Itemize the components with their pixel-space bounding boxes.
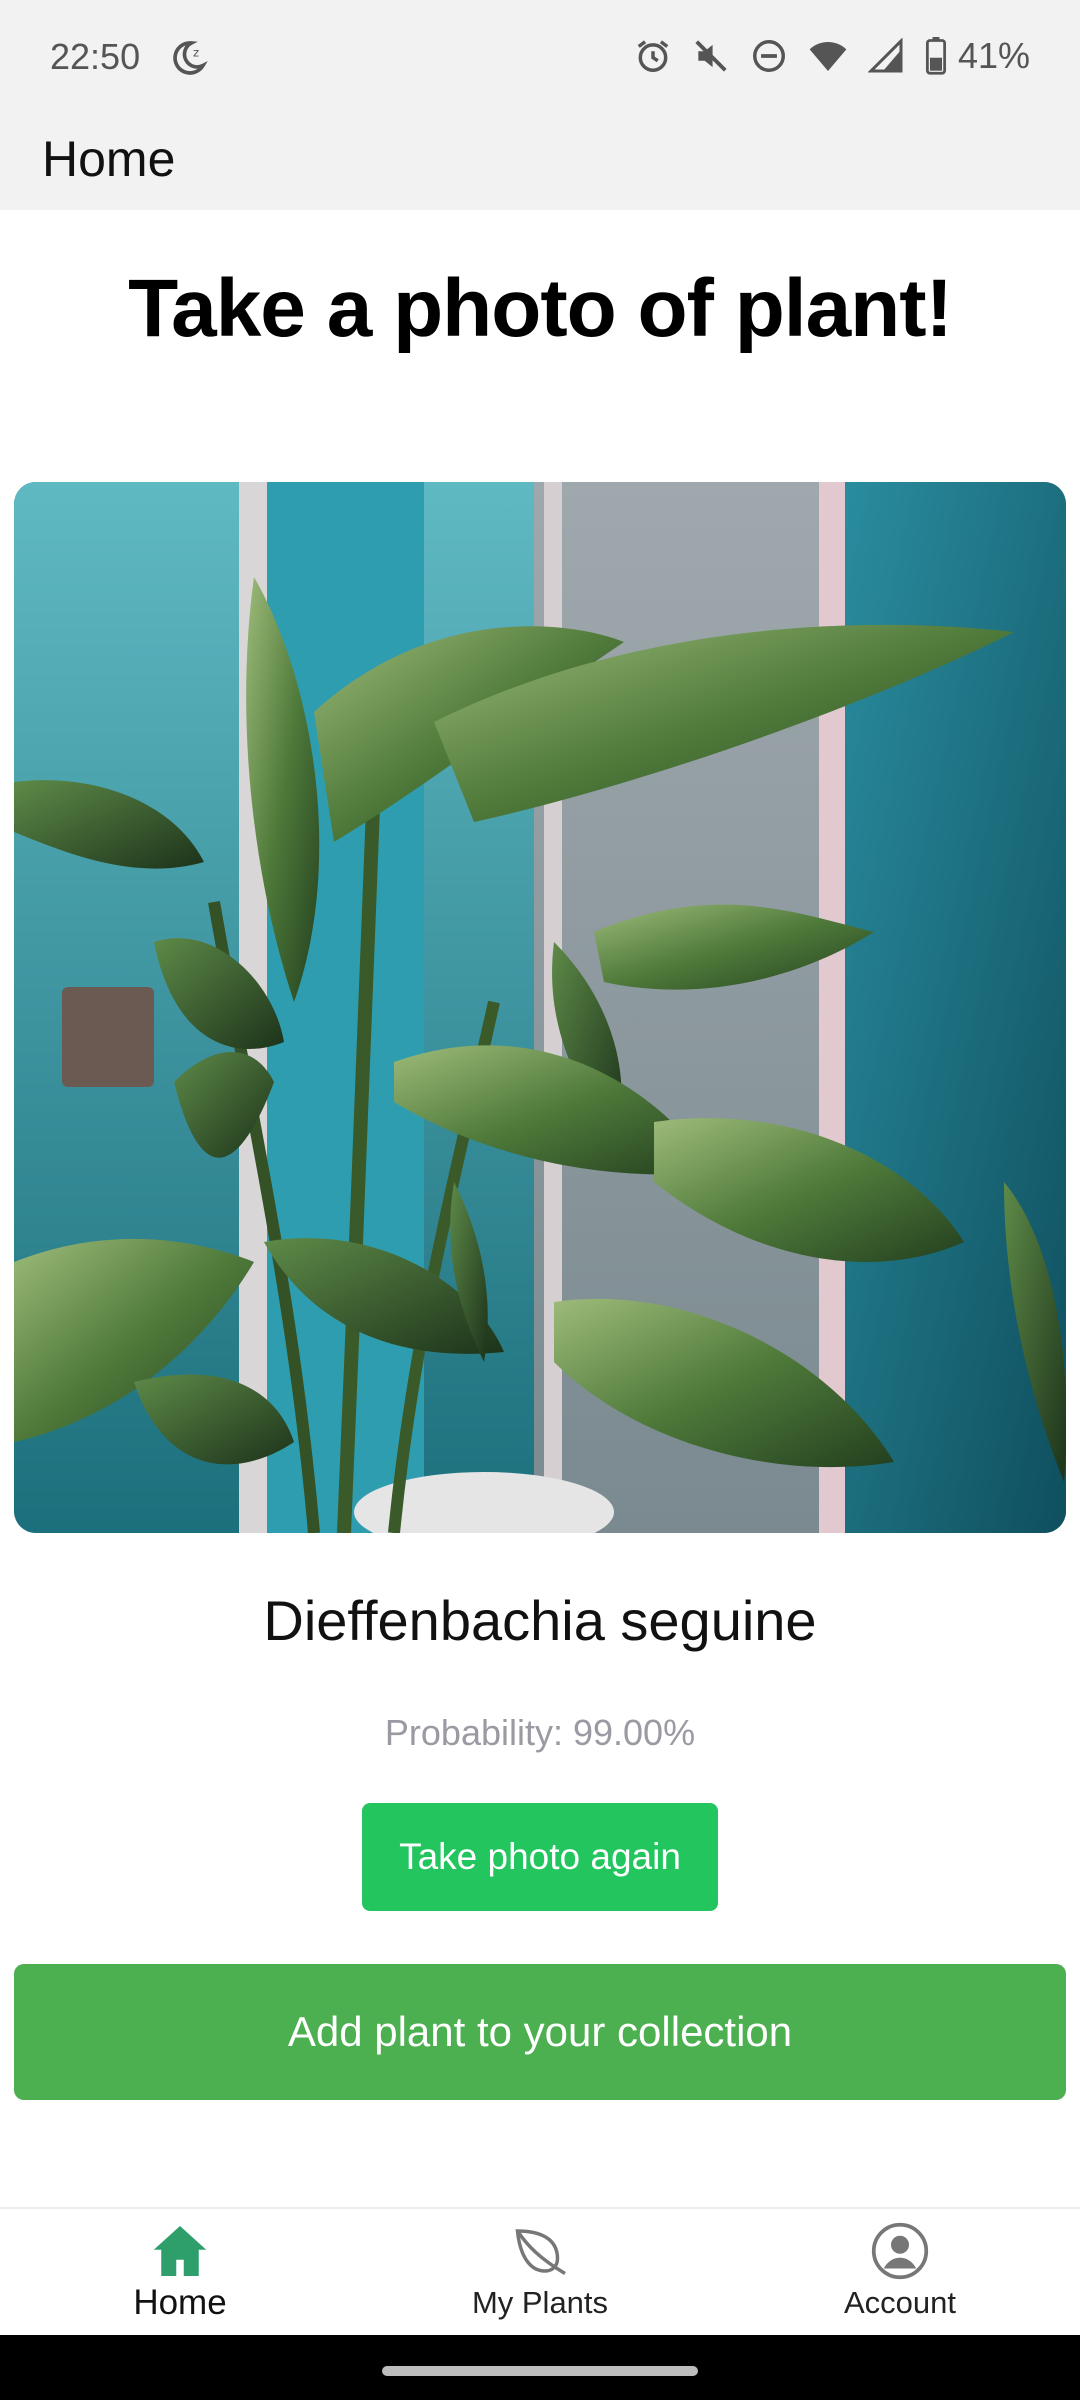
plant-photo [14,482,1066,1533]
probability-text: Probability: 99.00% [384,1712,696,1753]
mute-icon [695,40,727,72]
nav-item-account[interactable]: Account [720,2209,1080,2337]
nav-label-account: Account [843,2285,956,2320]
add-to-collection-button[interactable]: Add plant to your collection [14,1964,1066,2100]
take-photo-again-button[interactable]: Take photo again [362,1803,718,1911]
bottom-nav: Home My Plants Account [0,2207,1080,2335]
dnd-icon [752,40,785,72]
home-icon [153,2226,207,2276]
nav-item-my-plants[interactable]: My Plants [360,2209,720,2337]
plant-photo-illustration [14,482,1066,1533]
svg-text:z: z [193,45,199,59]
nav-label-my-plants: My Plants [471,2285,609,2320]
nav-item-home[interactable]: Home [0,2209,360,2337]
home-gesture-handle[interactable] [382,2366,698,2376]
moon-icon: z [173,41,208,75]
page-title: Home [42,131,176,187]
status-time: 22:50 [50,36,141,77]
status-bar: 22:50 z 41% [0,0,1080,112]
account-icon [871,2222,929,2280]
headline: Take a photo of plant! [128,263,953,354]
battery-percent: 41% [957,35,1030,76]
system-gesture-bar [0,2335,1080,2400]
leaf-icon [515,2229,566,2276]
plant-name: Dieffenbachia seguine [263,1589,817,1652]
wifi-icon [809,42,847,71]
signal-icon [867,38,903,73]
nav-label-home: Home [133,2283,227,2322]
alarm-icon [637,40,669,72]
battery-icon [925,37,946,75]
app-bar: Home [0,112,1080,210]
